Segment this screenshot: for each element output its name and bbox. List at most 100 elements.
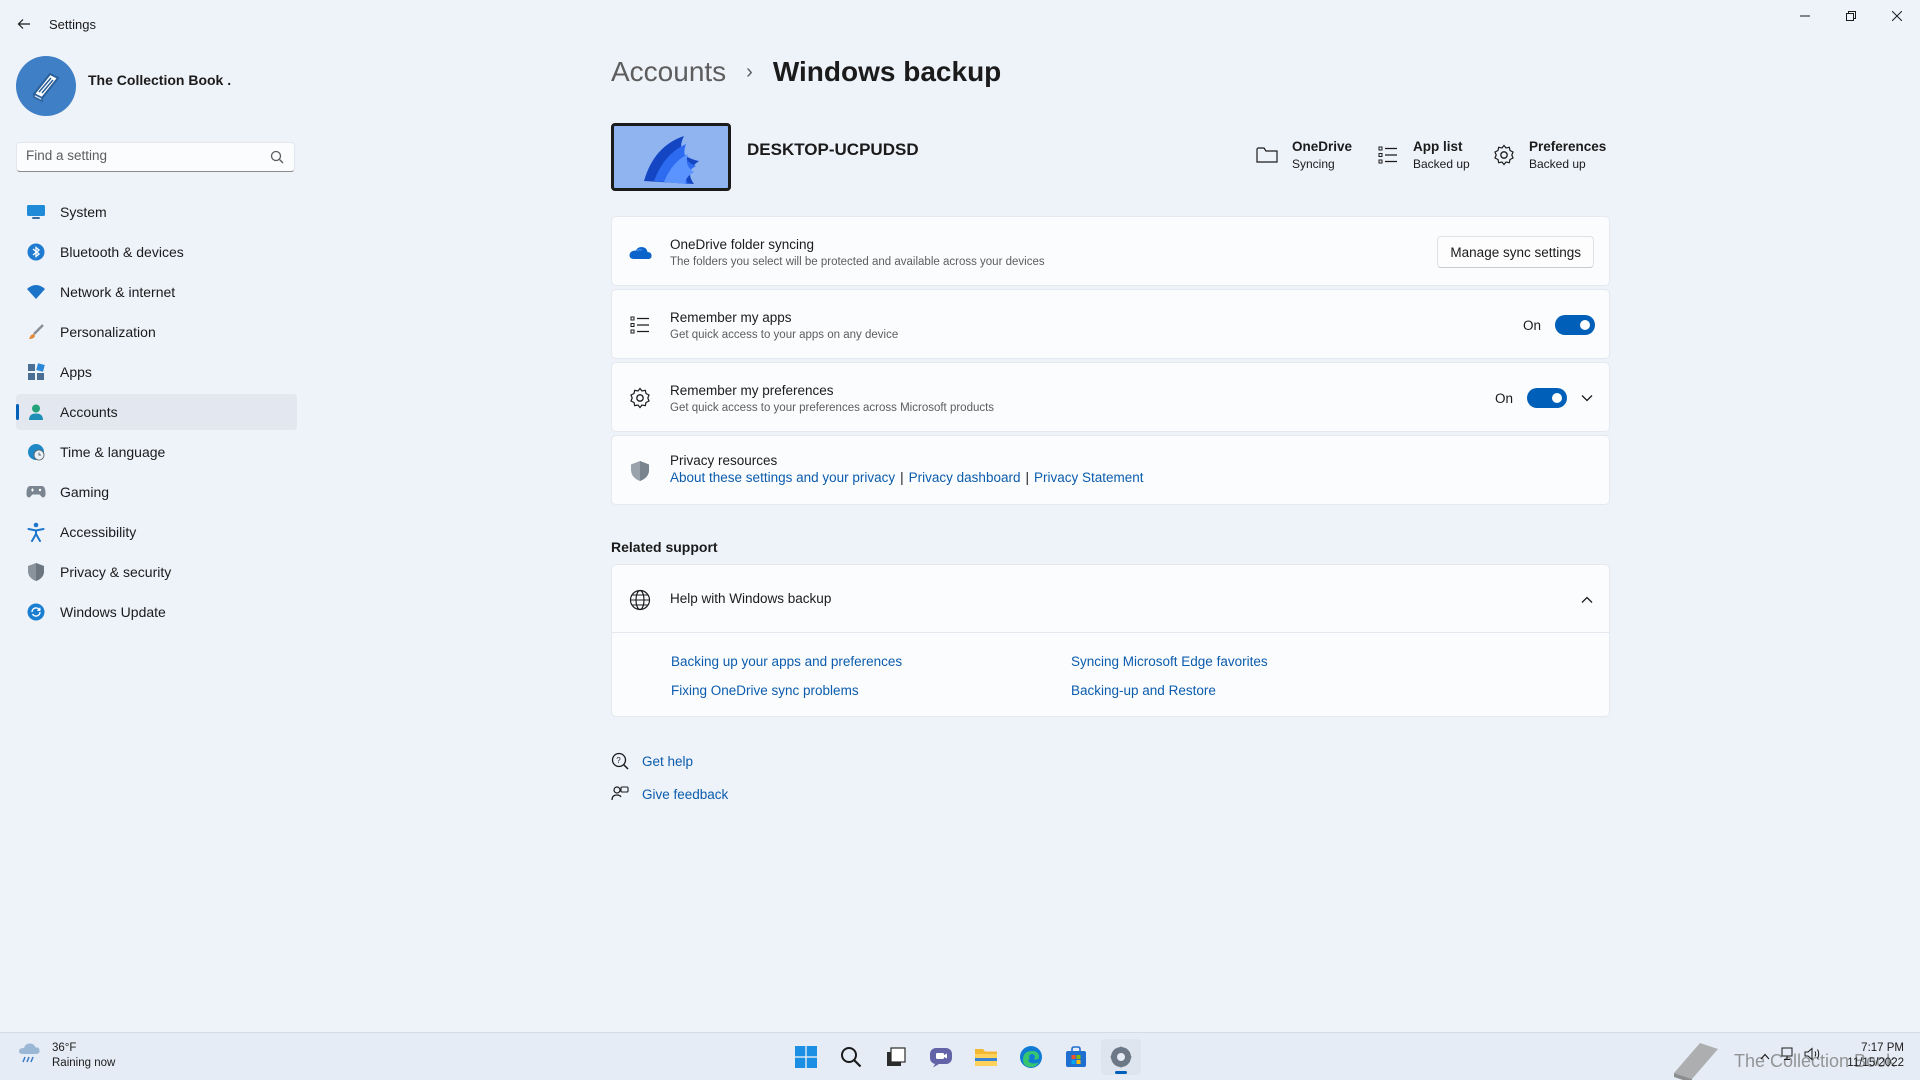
windows-start-icon[interactable] xyxy=(786,1039,826,1075)
sidebar-item-windows-update[interactable]: Windows Update xyxy=(16,594,297,630)
sidebar-item-system[interactable]: System xyxy=(16,194,297,230)
help-link-backup-restore[interactable]: Backing-up and Restore xyxy=(1071,683,1216,698)
edge-icon[interactable] xyxy=(1011,1039,1051,1075)
gear-icon xyxy=(628,386,652,410)
settings-window: Settings The Collection Book . System xyxy=(0,0,1920,1032)
sidebar-item-label: Time & language xyxy=(60,444,166,460)
sidebar-item-gaming[interactable]: Gaming xyxy=(16,474,297,510)
remember-my-preferences-toggle[interactable] xyxy=(1527,388,1567,408)
remember-my-apps-toggle[interactable] xyxy=(1555,315,1595,335)
back-arrow-icon xyxy=(17,19,30,29)
help-header[interactable]: Help with Windows backup xyxy=(612,565,1609,633)
clock[interactable]: 7:17 PM 11/15/2022 xyxy=(1847,1041,1904,1071)
profile-name: The Collection Book . xyxy=(88,72,232,88)
help-link-onedrive-sync-problems[interactable]: Fixing OneDrive sync problems xyxy=(671,683,859,698)
status-preferences: Preferences Backed up xyxy=(1491,139,1606,171)
list-icon xyxy=(1375,142,1401,168)
sidebar-item-label: Accounts xyxy=(60,404,118,420)
weather-widget[interactable]: 36°F Raining now xyxy=(16,1040,115,1071)
title-bar: Settings xyxy=(0,0,1920,48)
get-help-label[interactable]: Get help xyxy=(642,754,693,769)
globe-clock-icon xyxy=(26,442,46,462)
restore-icon xyxy=(1846,11,1856,21)
sidebar-item-label: Windows Update xyxy=(60,604,166,620)
link-separator: | xyxy=(1025,470,1029,485)
cloud-icon xyxy=(628,240,652,264)
sidebar-item-accounts[interactable]: Accounts xyxy=(16,394,297,430)
feedback-icon xyxy=(610,784,630,804)
sidebar-nav: System Bluetooth & devices Network & int… xyxy=(16,194,297,634)
chat-icon[interactable] xyxy=(921,1039,961,1075)
volume-icon[interactable] xyxy=(1804,1047,1822,1064)
shield-icon xyxy=(26,562,46,582)
chevron-down-icon[interactable] xyxy=(1579,390,1595,406)
status-app-list: App list Backed up xyxy=(1375,139,1470,171)
help-link-backing-up-apps[interactable]: Backing up your apps and preferences xyxy=(671,654,902,669)
card-subtitle: The folders you select will be protected… xyxy=(670,256,1045,268)
card-subtitle: Get quick access to your apps on any dev… xyxy=(670,329,899,341)
clock-time: 7:17 PM xyxy=(1861,1042,1904,1054)
close-button[interactable] xyxy=(1874,4,1920,28)
card-title: Remember my apps xyxy=(670,310,792,325)
clock-date: 11/15/2022 xyxy=(1847,1057,1904,1069)
get-help-link[interactable]: ? Get help xyxy=(610,751,693,771)
sidebar-item-time-language[interactable]: Time & language xyxy=(16,434,297,470)
chevron-up-icon[interactable] xyxy=(1579,592,1595,608)
search-input[interactable] xyxy=(26,148,256,163)
back-button[interactable] xyxy=(12,12,36,36)
weather-temperature: 36°F xyxy=(52,1041,77,1054)
card-title: Privacy resources xyxy=(670,453,778,468)
privacy-resources-card: Privacy resources About these settings a… xyxy=(611,435,1610,505)
chevron-up-icon[interactable] xyxy=(1760,1049,1770,1063)
search-box[interactable] xyxy=(16,142,295,172)
search-icon[interactable] xyxy=(270,150,284,164)
restore-button[interactable] xyxy=(1828,4,1874,28)
give-feedback-label[interactable]: Give feedback xyxy=(642,787,728,802)
status-title: App list xyxy=(1413,139,1463,154)
book-icon xyxy=(1674,1043,1718,1080)
about-settings-privacy-link[interactable]: About these settings and your privacy xyxy=(670,470,895,485)
system-icon xyxy=(26,202,46,222)
sidebar-item-label: Gaming xyxy=(60,484,110,500)
file-explorer-icon[interactable] xyxy=(966,1039,1006,1075)
privacy-dashboard-link[interactable]: Privacy dashboard xyxy=(909,470,1021,485)
sidebar-item-bluetooth[interactable]: Bluetooth & devices xyxy=(16,234,297,270)
sidebar-item-personalization[interactable]: Personalization xyxy=(16,314,297,350)
store-icon[interactable] xyxy=(1056,1039,1096,1075)
privacy-statement-link[interactable]: Privacy Statement xyxy=(1034,470,1144,485)
gear-icon xyxy=(1491,142,1517,168)
toggle-state-label: On xyxy=(1523,318,1542,333)
sidebar-item-label: Accessibility xyxy=(60,524,137,540)
task-view-icon[interactable] xyxy=(876,1039,916,1075)
sidebar-item-label: Personalization xyxy=(60,324,156,340)
rain-cloud-icon xyxy=(16,1040,42,1071)
link-separator: | xyxy=(900,470,904,485)
manage-sync-settings-button[interactable]: Manage sync settings xyxy=(1437,236,1594,268)
device-wallpaper-thumbnail xyxy=(611,123,731,191)
sidebar-item-accessibility[interactable]: Accessibility xyxy=(16,514,297,550)
page-title: Windows backup xyxy=(772,56,1002,87)
minimize-button[interactable] xyxy=(1782,4,1828,28)
apps-icon xyxy=(26,362,46,382)
bluetooth-icon xyxy=(26,242,46,262)
wifi-icon xyxy=(26,282,46,302)
network-icon[interactable] xyxy=(1780,1047,1794,1064)
update-icon xyxy=(26,602,46,622)
help-chat-icon: ? xyxy=(610,751,630,771)
remember-my-preferences-card[interactable]: Remember my preferences Get quick access… xyxy=(611,362,1610,432)
search-icon[interactable] xyxy=(831,1039,871,1075)
sidebar-item-label: Network & internet xyxy=(60,284,176,300)
taskbar-apps xyxy=(786,1039,1146,1075)
help-with-windows-backup-card: Help with Windows backup Backing up your… xyxy=(611,564,1610,717)
onedrive-folder-syncing-card: OneDrive folder syncing The folders you … xyxy=(611,216,1610,286)
privacy-links: About these settings and your privacy | … xyxy=(670,470,1144,485)
sidebar-item-label: Privacy & security xyxy=(60,564,172,580)
help-link-edge-favorites[interactable]: Syncing Microsoft Edge favorites xyxy=(1071,654,1268,669)
settings-icon[interactable] xyxy=(1101,1039,1141,1075)
give-feedback-link[interactable]: Give feedback xyxy=(610,784,728,804)
avatar[interactable] xyxy=(16,56,76,116)
sidebar-item-network[interactable]: Network & internet xyxy=(16,274,297,310)
sidebar-item-apps[interactable]: Apps xyxy=(16,354,297,390)
sidebar-item-privacy[interactable]: Privacy & security xyxy=(16,554,297,590)
breadcrumb-parent[interactable]: Accounts xyxy=(611,56,726,88)
